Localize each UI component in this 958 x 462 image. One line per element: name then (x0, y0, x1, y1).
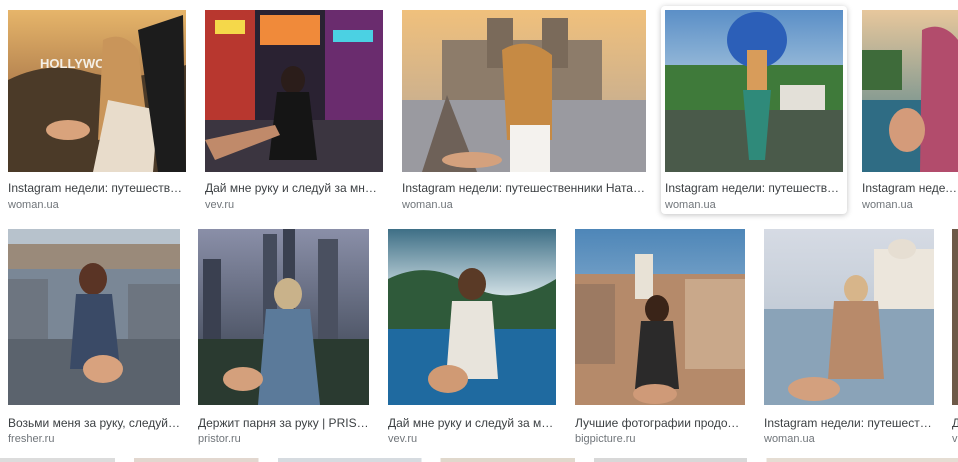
next-row-thumbnails (0, 458, 958, 462)
result-caption[interactable]: Держит парня за руку | PRIST... (198, 415, 369, 431)
result-thumbnail[interactable] (764, 229, 934, 405)
result-thumbnail[interactable] (388, 229, 556, 405)
image-result-3[interactable]: Instagram недели: путешественники Наталь… (402, 10, 646, 211)
image-result-5[interactable]: Instagram недели: woman.ua (862, 10, 958, 211)
result-caption[interactable]: Дай мне руку и следуй за мн... (388, 415, 556, 431)
palace-lake-photo-image (764, 229, 934, 405)
result-thumbnail[interactable]: HOLLYWOOD (8, 10, 186, 172)
neon-street-photo-image (205, 10, 383, 172)
partial-photo-image (952, 229, 958, 405)
result-thumbnail[interactable] (198, 229, 369, 405)
image-result-10[interactable]: Instagram недели: путешеств... woman.ua (764, 229, 934, 445)
image-result-11[interactable]: Д v (952, 229, 958, 445)
result-caption[interactable]: Instagram недели: путешеств... (764, 415, 934, 431)
result-domain: woman.ua (862, 199, 913, 211)
memorial-blocks-photo-image (8, 229, 180, 405)
result-thumbnail[interactable] (952, 229, 958, 405)
result-domain: vev.ru (388, 433, 418, 445)
result-thumbnail[interactable] (205, 10, 383, 172)
infinity-pool-photo-image (388, 229, 556, 405)
result-domain: vev.ru (205, 199, 235, 211)
image-result-9[interactable]: Лучшие фотографии продолж... bigpicture.… (575, 229, 745, 445)
result-thumbnail[interactable] (402, 10, 646, 172)
result-domain: fresher.ru (8, 433, 55, 445)
skyscrapers-photo-image (198, 229, 369, 405)
result-caption[interactable]: Возьми меня за руку, следуй ... (8, 415, 180, 431)
image-result-7[interactable]: Держит парня за руку | PRIST... pristor.… (198, 229, 369, 445)
rooftop-town-photo-image (575, 229, 745, 405)
image-result-2[interactable]: Дай мне руку и следуй за мной... vev.ru (205, 10, 383, 211)
result-caption[interactable]: Instagram недели: (862, 180, 958, 196)
lake-photo-image (862, 10, 958, 172)
result-caption[interactable]: Лучшие фотографии продолж... (575, 415, 745, 431)
result-domain: bigpicture.ru (575, 433, 636, 445)
result-caption[interactable]: Instagram недели: путешественники... (665, 180, 843, 196)
cathedral-photo-image (402, 10, 646, 172)
result-caption[interactable]: Instagram недели: путешественники Наталь… (402, 180, 646, 196)
hollywood-photo-image: HOLLYWOOD (8, 10, 186, 172)
feather-headdress-photo-image (665, 10, 843, 172)
result-domain: woman.ua (402, 199, 453, 211)
result-caption[interactable]: Instagram недели: путешественники... (8, 180, 186, 196)
image-result-8[interactable]: Дай мне руку и следуй за мн... vev.ru (388, 229, 556, 445)
result-domain: woman.ua (8, 199, 59, 211)
result-domain: v (952, 433, 958, 445)
result-thumbnail[interactable] (862, 10, 958, 172)
image-result-1[interactable]: HOLLYWOOD Instagram недели: путешественн… (8, 10, 186, 211)
result-thumbnail[interactable] (665, 10, 843, 172)
result-caption[interactable]: Дай мне руку и следуй за мной... (205, 180, 383, 196)
result-domain: woman.ua (665, 199, 716, 211)
image-results-grid: HOLLYWOOD Instagram недели: путешественн… (0, 0, 958, 462)
result-domain: woman.ua (764, 433, 815, 445)
image-result-6[interactable]: Возьми меня за руку, следуй ... fresher.… (8, 229, 180, 445)
result-thumbnail[interactable] (8, 229, 180, 405)
result-domain: pristor.ru (198, 433, 241, 445)
result-caption[interactable]: Д (952, 415, 958, 431)
result-thumbnail[interactable] (575, 229, 745, 405)
image-result-4[interactable]: Instagram недели: путешественники... wom… (661, 6, 847, 214)
